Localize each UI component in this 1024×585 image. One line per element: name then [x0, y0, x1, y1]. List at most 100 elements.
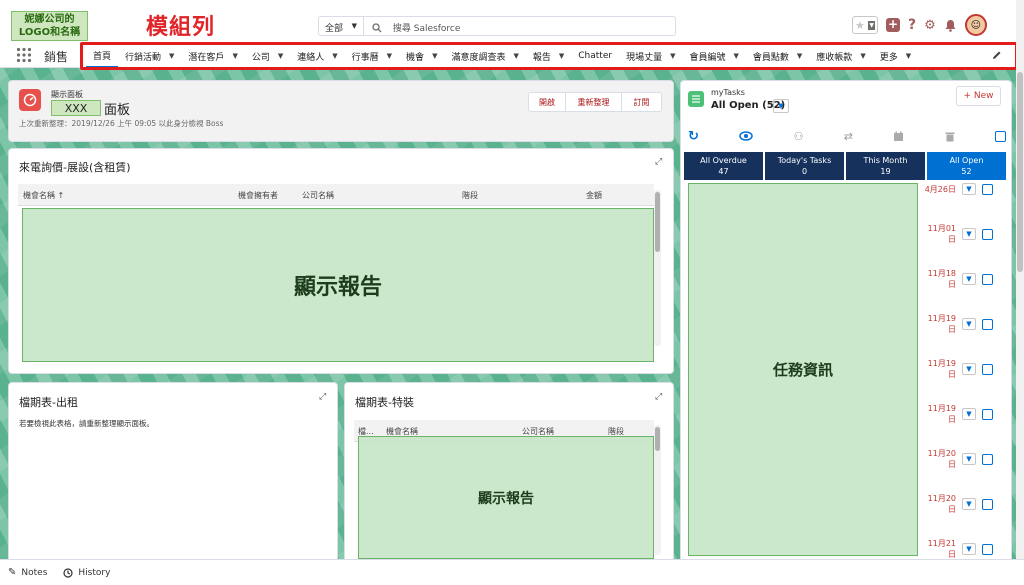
chevron-down-icon: ▼ [351, 22, 357, 30]
task-row-checkbox[interactable] [982, 363, 993, 375]
task-tab-count: 52 [961, 167, 972, 176]
task-row-menu-icon[interactable]: ▼ [962, 408, 976, 420]
report-overlay-inquiry: 顯示報告 [22, 208, 654, 362]
refresh-icon[interactable]: ↻ [688, 129, 699, 144]
column-account-name[interactable]: 公司名稱 [302, 190, 334, 201]
task-row-menu-icon[interactable]: ▼ [962, 183, 976, 195]
task-row[interactable]: 11月19日 ▼ [920, 359, 1008, 379]
task-row[interactable]: 11月20日 ▼ [920, 449, 1008, 469]
task-row[interactable]: 11月19日 ▼ [920, 314, 1008, 334]
global-actions-plus-icon[interactable]: + [886, 18, 900, 32]
task-row-checkbox[interactable] [982, 318, 993, 330]
task-row-menu-icon[interactable]: ▼ [962, 273, 976, 285]
task-tab-label: This Month [863, 156, 908, 165]
history-label: History [78, 567, 111, 578]
list-view-menu-button[interactable]: ▼ [773, 99, 789, 113]
search-input[interactable]: 搜尋 Salesforce [364, 16, 676, 36]
task-due-date: 11月20日 [927, 494, 956, 514]
task-row[interactable]: 11月01日 ▼ [920, 224, 1008, 244]
search-scope-label: 全部 [325, 24, 344, 34]
task-tab[interactable]: All Open 52 [927, 152, 1006, 180]
task-tab[interactable]: Today's Tasks 0 [765, 152, 844, 180]
task-row-checkbox[interactable] [982, 228, 993, 240]
task-row[interactable]: 4月26日 ▼ [920, 180, 1008, 198]
task-row-checkbox[interactable] [982, 183, 993, 195]
task-row-menu-icon[interactable]: ▼ [962, 453, 976, 465]
notifications-bell-icon[interactable] [944, 19, 957, 32]
task-tab-count: 0 [801, 167, 808, 176]
task-row-checkbox[interactable] [982, 543, 993, 555]
search-placeholder: 搜尋 Salesforce [392, 24, 461, 34]
column-stage[interactable]: 階段 [462, 190, 478, 201]
refresh-label: 重新整理 [577, 97, 610, 107]
task-tab-label: Today's Tasks [777, 156, 832, 165]
task-row[interactable]: 11月21日 ▼ [920, 539, 1008, 559]
dashboard-icon [19, 89, 41, 111]
chevron-down-icon: ▼ [778, 102, 784, 110]
report-title-special[interactable]: 檔期表-特裝 [355, 394, 414, 410]
reassign-icon[interactable]: ⇄ [844, 130, 853, 143]
task-due-date: 11月19日 [927, 314, 956, 334]
task-due-date: 11月19日 [927, 359, 956, 379]
notes-utility[interactable]: ✎ Notes [8, 567, 47, 578]
assign-user-icon[interactable]: ⚇ [794, 130, 804, 143]
column-amount[interactable]: 金額 [586, 190, 602, 201]
company-logo[interactable]: 妮娜公司的 LOGO和名稱 [11, 11, 88, 41]
notes-label: Notes [21, 567, 48, 578]
report-table-header: 機會名稱 ↑ 機會擁有者 公司名稱 階段 金額 [18, 184, 654, 206]
favorites-star-icon[interactable]: ★ ▼ [852, 16, 878, 34]
report-scrollbar[interactable] [654, 425, 661, 555]
task-row[interactable]: 11月18日 ▼ [920, 269, 1008, 289]
expand-icon[interactable]: ⤢ [655, 157, 662, 167]
task-row-menu-icon[interactable]: ▼ [962, 363, 976, 375]
notes-icon: ✎ [8, 567, 17, 578]
task-row-menu-icon[interactable]: ▼ [962, 498, 976, 510]
select-all-checkbox[interactable] [994, 130, 1006, 142]
page-scroll-thumb[interactable] [1017, 72, 1023, 272]
user-avatar[interactable]: ☺ [964, 14, 987, 36]
report-scroll-thumb[interactable] [655, 192, 660, 252]
calendar-icon[interactable] [893, 131, 904, 142]
task-tab[interactable]: All Overdue 47 [684, 152, 763, 180]
task-overlay: 任務資訊 [688, 183, 918, 556]
task-row-checkbox[interactable] [982, 408, 993, 420]
open-button[interactable]: 開啟 [528, 92, 566, 112]
task-row[interactable]: 11月20日 ▼ [920, 494, 1008, 514]
task-tab[interactable]: This Month 19 [846, 152, 925, 180]
help-icon[interactable]: ? [908, 17, 916, 33]
report-scroll-thumb[interactable] [655, 427, 660, 451]
refresh-button[interactable]: 重新整理 [566, 92, 622, 112]
history-utility[interactable]: History [63, 568, 110, 578]
setup-gear-icon[interactable]: ⚙ [924, 18, 936, 33]
column-opportunity-name[interactable]: 機會名稱 ↑ [23, 190, 64, 201]
search-scope-select[interactable]: 全部 ▼ [318, 16, 364, 36]
task-due-date: 11月18日 [927, 269, 956, 289]
overlay-label: 任務資訊 [772, 361, 833, 379]
task-tab-count: 47 [718, 167, 729, 176]
task-due-date: 11月20日 [927, 449, 956, 469]
delete-trash-icon[interactable] [945, 131, 955, 142]
task-row[interactable]: 11月19日 ▼ [920, 404, 1008, 424]
subscribe-button[interactable]: 訂閱 [622, 92, 662, 112]
task-row-menu-icon[interactable]: ▼ [962, 543, 976, 555]
column-opportunity-owner[interactable]: 機會擁有者 [238, 190, 278, 201]
app-name: 銷售 [44, 50, 69, 64]
new-task-button[interactable]: + New [956, 86, 1001, 106]
expand-icon[interactable]: ⤢ [655, 392, 662, 402]
app-launcher-grid-icon[interactable] [16, 47, 32, 63]
task-tab-label: All Open [949, 156, 984, 165]
tasks-icon [688, 91, 704, 107]
report-title-rental[interactable]: 檔期表-出租 [19, 394, 78, 410]
task-row-checkbox[interactable] [982, 498, 993, 510]
task-row-checkbox[interactable] [982, 453, 993, 465]
expand-icon[interactable]: ⤢ [319, 392, 326, 402]
report-scrollbar[interactable] [654, 190, 661, 346]
annotation-highlight-box [80, 42, 1018, 70]
favorites-menu-icon[interactable]: ▼ [868, 20, 875, 30]
report-title-inquiry[interactable]: 來電詢價-展設(含租賃) [19, 159, 131, 175]
task-row-checkbox[interactable] [982, 273, 993, 285]
view-eye-icon[interactable] [739, 131, 753, 141]
task-row-menu-icon[interactable]: ▼ [962, 318, 976, 330]
logo-line2: LOGO和名稱 [18, 27, 81, 38]
task-row-menu-icon[interactable]: ▼ [962, 228, 976, 240]
